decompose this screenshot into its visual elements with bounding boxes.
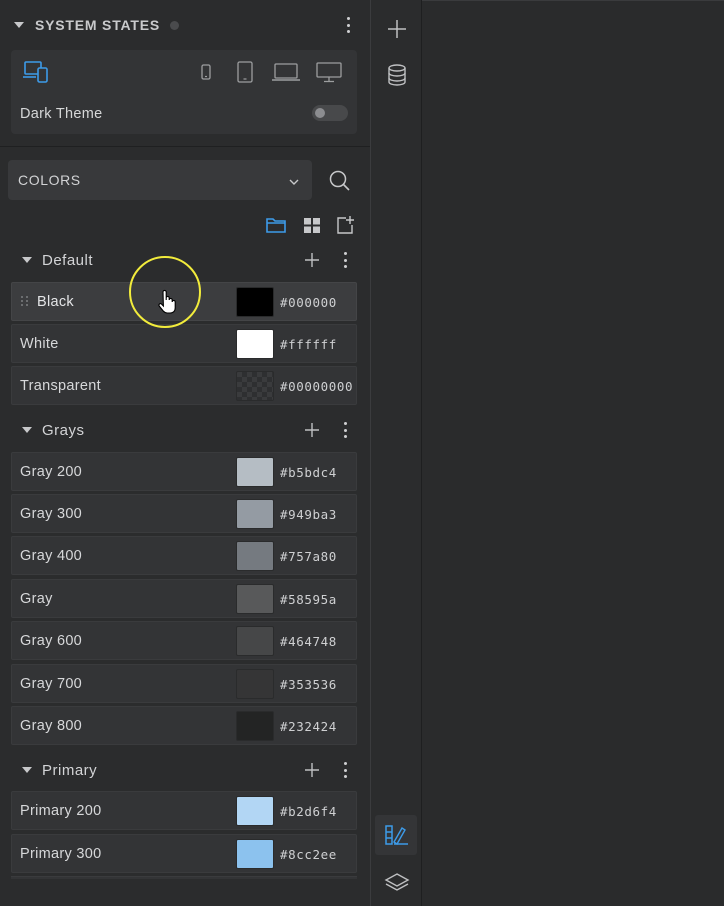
- toggle-knob: [315, 108, 325, 118]
- system-states-header[interactable]: SYSTEM STATES: [14, 12, 356, 38]
- color-name: Black: [37, 294, 74, 310]
- add-icon[interactable]: [384, 16, 410, 42]
- color-hex: #ffffff: [280, 337, 337, 352]
- color-row-gray-600[interactable]: Gray 600 #464748: [11, 621, 357, 660]
- group-caret-icon[interactable]: [22, 427, 32, 433]
- color-row-gray-200[interactable]: Gray 200 #b5bdc4: [11, 452, 357, 491]
- tablet-icon[interactable]: [235, 60, 255, 84]
- color-swatch[interactable]: [236, 499, 274, 529]
- color-name: Primary 300: [20, 846, 102, 862]
- group-caret-icon[interactable]: [22, 767, 32, 773]
- color-row-gray-700[interactable]: Gray 700 #353536: [11, 664, 357, 703]
- status-dot: [170, 20, 180, 30]
- color-name: Transparent: [20, 378, 101, 394]
- group-header-primary[interactable]: Primary: [11, 756, 357, 784]
- color-hex: #58595a: [280, 592, 337, 607]
- color-swatch[interactable]: [236, 839, 274, 869]
- color-swatch[interactable]: [236, 371, 274, 401]
- desktop-icon[interactable]: [315, 60, 343, 84]
- color-row-primary-300[interactable]: Primary 300 #8cc2ee: [11, 834, 357, 873]
- dark-theme-label: Dark Theme: [20, 106, 103, 122]
- group-menu-icon[interactable]: [343, 762, 347, 778]
- color-swatch[interactable]: [236, 584, 274, 614]
- search-icon[interactable]: [326, 167, 354, 195]
- color-name: White: [20, 336, 59, 352]
- color-hex: #949ba3: [280, 507, 337, 522]
- layers-icon[interactable]: [384, 870, 410, 896]
- group-menu-icon[interactable]: [343, 422, 347, 438]
- color-hex: #353536: [280, 677, 337, 692]
- device-selector: [11, 50, 357, 94]
- group-caret-icon[interactable]: [22, 257, 32, 263]
- color-swatch[interactable]: [236, 796, 274, 826]
- color-swatch[interactable]: [236, 541, 274, 571]
- laptop-icon[interactable]: [271, 60, 301, 84]
- drag-handle-icon[interactable]: [21, 296, 29, 308]
- color-row-white[interactable]: White #ffffff: [11, 324, 357, 363]
- color-name: Gray 400: [20, 548, 83, 564]
- styles-panel: SYSTEM STATES Dark Theme COLORS Default …: [0, 0, 370, 906]
- system-states-title: SYSTEM STATES: [35, 17, 161, 33]
- color-swatch[interactable]: [236, 711, 274, 741]
- color-hex: #8cc2ee: [280, 847, 337, 862]
- add-color-icon[interactable]: [305, 423, 319, 437]
- group-menu-icon[interactable]: [343, 252, 347, 268]
- color-name: Gray: [20, 591, 53, 607]
- color-row-gray[interactable]: Gray #58595a: [11, 579, 357, 618]
- color-swatch[interactable]: [236, 669, 274, 699]
- palette-select[interactable]: COLORS: [8, 160, 312, 200]
- color-row-gray-400[interactable]: Gray 400 #757a80: [11, 536, 357, 575]
- group-header-grays[interactable]: Grays: [11, 416, 357, 444]
- color-hex: #000000: [280, 295, 337, 310]
- partial-row: [11, 876, 357, 879]
- color-name: Gray 700: [20, 676, 83, 692]
- section-divider: [0, 146, 370, 147]
- color-hex: #757a80: [280, 549, 337, 564]
- color-swatch[interactable]: [236, 457, 274, 487]
- dark-theme-toggle[interactable]: [312, 105, 348, 121]
- add-color-icon[interactable]: [305, 763, 319, 777]
- canvas-area[interactable]: [422, 0, 724, 906]
- grid-view-icon[interactable]: [301, 214, 323, 236]
- color-hex: #b2d6f4: [280, 804, 337, 819]
- color-swatch[interactable]: [236, 287, 274, 317]
- responsive-icon[interactable]: [23, 60, 49, 84]
- palette-select-value: COLORS: [18, 172, 81, 188]
- add-color-icon[interactable]: [305, 253, 319, 267]
- color-swatch[interactable]: [236, 329, 274, 359]
- right-rail: [370, 0, 422, 906]
- hand-cursor-icon: [158, 289, 176, 314]
- system-states-menu-icon[interactable]: [346, 17, 350, 33]
- color-name: Gray 200: [20, 464, 83, 480]
- color-name: Gray 600: [20, 633, 83, 649]
- color-name: Gray 300: [20, 506, 83, 522]
- color-hex: #232424: [280, 719, 337, 734]
- color-name: Gray 800: [20, 718, 83, 734]
- group-title: Primary: [42, 761, 98, 779]
- color-row-gray-800[interactable]: Gray 800 #232424: [11, 706, 357, 745]
- color-row-gray-300[interactable]: Gray 300 #949ba3: [11, 494, 357, 533]
- chevron-down-icon: [288, 174, 300, 192]
- style-manager-icon[interactable]: [384, 822, 410, 848]
- color-row-transparent[interactable]: Transparent #00000000: [11, 366, 357, 405]
- color-name: Primary 200: [20, 803, 102, 819]
- group-title: Default: [42, 251, 94, 269]
- add-palette-icon[interactable]: [334, 214, 356, 236]
- collapse-caret-icon[interactable]: [14, 22, 24, 28]
- folder-icon[interactable]: [265, 214, 287, 236]
- color-hex: #00000000: [280, 379, 354, 394]
- phone-small-icon[interactable]: [199, 60, 213, 84]
- system-states-box: Dark Theme: [11, 50, 357, 134]
- color-row-primary-200[interactable]: Primary 200 #b2d6f4: [11, 791, 357, 830]
- color-swatch[interactable]: [236, 626, 274, 656]
- color-hex: #464748: [280, 634, 337, 649]
- color-hex: #b5bdc4: [280, 465, 337, 480]
- group-title: Grays: [42, 421, 85, 439]
- database-icon[interactable]: [384, 62, 410, 88]
